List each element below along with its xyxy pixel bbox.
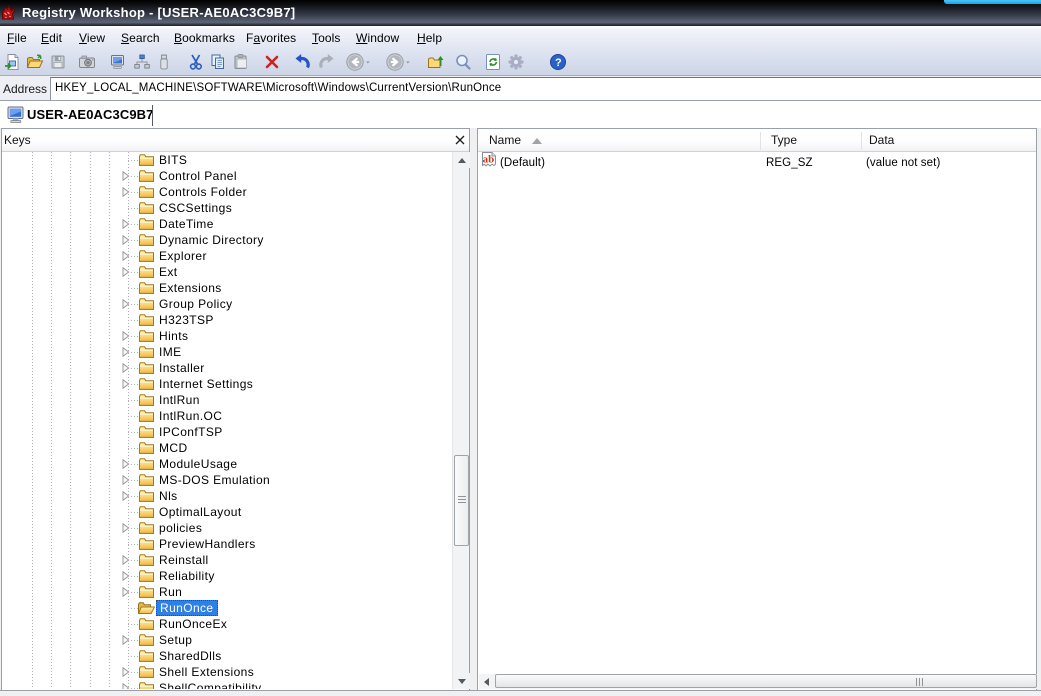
svg-text:ab: ab: [483, 154, 495, 166]
svg-text:?: ?: [555, 57, 562, 69]
